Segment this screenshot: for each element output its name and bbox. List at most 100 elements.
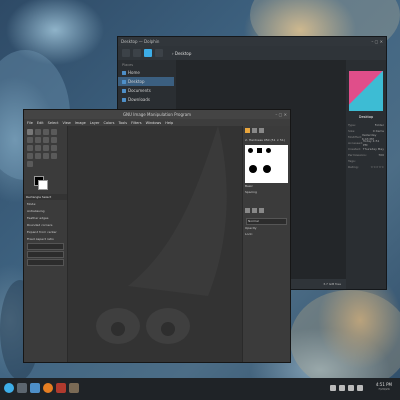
menu-file[interactable]: File [27,121,33,125]
color-picker-tool-icon[interactable] [51,153,57,159]
eraser-tool-icon[interactable] [43,145,49,151]
brushes-tabs [243,126,290,138]
home-icon [122,70,126,75]
brush-grid[interactable] [245,145,288,183]
software-center-task-icon[interactable] [56,383,66,393]
dodge-tool-icon[interactable] [35,153,41,159]
option-rounded[interactable]: Rounded corners [24,221,67,228]
layer-mode-select[interactable]: Normal [246,218,287,225]
file-manager-titlebar[interactable]: Desktop — Dolphin – ▢ ✕ [118,37,386,46]
menu-colors[interactable]: Colors [104,121,115,125]
wallpaper-rock [290,290,400,390]
option-feather[interactable]: Feather edges [24,214,67,221]
bucket-fill-tool-icon[interactable] [27,145,33,151]
information-panel: Desktop Type: Folder Size: 0 items Modifie… [346,60,386,289]
file-manager-task-icon[interactable] [30,383,40,393]
text-tool-icon[interactable] [51,137,57,143]
volume-icon[interactable] [339,385,345,391]
pattern-tab-icon[interactable] [252,128,257,133]
menu-help[interactable]: Help [165,121,173,125]
highlight-field[interactable] [27,259,64,266]
info-row-rating[interactable]: Rating: ☆☆☆☆☆ [348,164,384,170]
clipboard-icon[interactable] [330,385,336,391]
clock[interactable]: 4:51 PM 7/29/24 [376,382,392,391]
brush-item[interactable] [249,165,257,173]
gimp-window: GNU Image Manipulation Program – ▢ ✕ Fil… [23,109,291,363]
paintbrush-tool-icon[interactable] [35,145,41,151]
gimp-title: GNU Image Manipulation Program [122,112,192,117]
option-row: Mode: [27,201,37,206]
downloads-icon [122,97,126,102]
icon-view-button[interactable] [144,49,152,57]
gradient-tab-icon[interactable] [259,128,264,133]
right-docks: 2. Hardness 050 (51 × 51) Basic Spacing … [242,126,290,362]
fuzzy-select-tool-icon[interactable] [27,137,33,143]
sidebar-item-downloads[interactable]: Downloads [118,95,174,104]
sidebar-item-desktop[interactable]: Desktop [118,77,174,86]
menu-bar: File Edit Select View Image Layer Colors… [24,119,290,126]
size-field[interactable] [27,243,64,250]
option-antialiasing[interactable]: Antialiasing [24,207,67,214]
gimp-task-icon[interactable] [69,383,79,393]
file-manager-title: Desktop — Dolphin [121,39,160,44]
brush-item[interactable] [266,148,271,153]
warp-tool-icon[interactable] [43,137,49,143]
back-button[interactable] [122,49,130,57]
network-icon[interactable] [348,385,354,391]
info-title: Desktop [358,115,374,119]
menu-filters[interactable]: Filters [131,121,142,125]
window-controls[interactable]: – ▢ ✕ [371,39,383,44]
menu-windows[interactable]: Windows [146,121,162,125]
position-field[interactable] [27,251,64,258]
option-expand[interactable]: Expand from center [24,228,67,235]
brush-label: 2. Hardness 050 (51 × 51) [245,138,285,142]
paths-tab-icon[interactable] [259,208,264,213]
system-tray [330,385,363,391]
menu-tools[interactable]: Tools [118,121,127,125]
free-space-text: 3.7 GiB free [323,282,341,286]
brush-item[interactable] [257,148,262,153]
brush-item[interactable] [263,165,271,173]
battery-icon[interactable] [357,385,363,391]
pager-icon[interactable] [17,383,27,393]
toolbox-panel: Rectangle Select Mode: Antialiasing Feat… [24,126,68,362]
layer-lock-label[interactable]: Lock: [243,232,290,238]
menu-view[interactable]: View [62,121,70,125]
channels-tab-icon[interactable] [252,208,257,213]
rect-select-tool-icon[interactable] [27,129,33,135]
sidebar-item-home[interactable]: Home [118,68,174,77]
move-tool-icon[interactable] [35,129,41,135]
layers-tabs [243,206,290,217]
menu-select[interactable]: Select [48,121,59,125]
file-manager-toolbar: › Desktop [118,46,386,60]
window-controls[interactable]: – ▢ ✕ [275,112,287,117]
app-launcher-icon[interactable] [4,383,14,393]
brush-tab-icon[interactable] [245,128,250,133]
clock-date: 7/29/24 [378,387,390,391]
crop-tool-icon[interactable] [43,129,49,135]
path-tool-icon[interactable] [43,153,49,159]
brush-item[interactable] [248,148,253,153]
gimp-titlebar[interactable]: GNU Image Manipulation Program – ▢ ✕ [24,110,290,119]
wilber-watermark-icon [96,126,227,344]
details-view-button[interactable] [155,49,163,57]
folder-preview-icon [349,71,383,111]
color-swatches[interactable] [34,176,67,192]
image-canvas[interactable] [68,126,242,362]
breadcrumb[interactable]: › Desktop [172,51,191,56]
background-color[interactable] [38,180,48,190]
firefox-task-icon[interactable] [43,383,53,393]
menu-edit[interactable]: Edit [37,121,44,125]
menu-image[interactable]: Image [75,121,86,125]
option-fixed-aspect[interactable]: Fixed Aspect ratio [24,235,67,242]
clone-tool-icon[interactable] [51,145,57,151]
zoom-tool-icon[interactable] [27,161,33,167]
menu-layer[interactable]: Layer [90,121,100,125]
transform-tool-icon[interactable] [35,137,41,143]
smudge-tool-icon[interactable] [27,153,33,159]
places-heading: Places [122,63,134,67]
sidebar-item-documents[interactable]: Documents [118,86,174,95]
layers-tab-icon[interactable] [245,208,250,213]
forward-button[interactable] [133,49,141,57]
free-select-tool-icon[interactable] [51,129,57,135]
